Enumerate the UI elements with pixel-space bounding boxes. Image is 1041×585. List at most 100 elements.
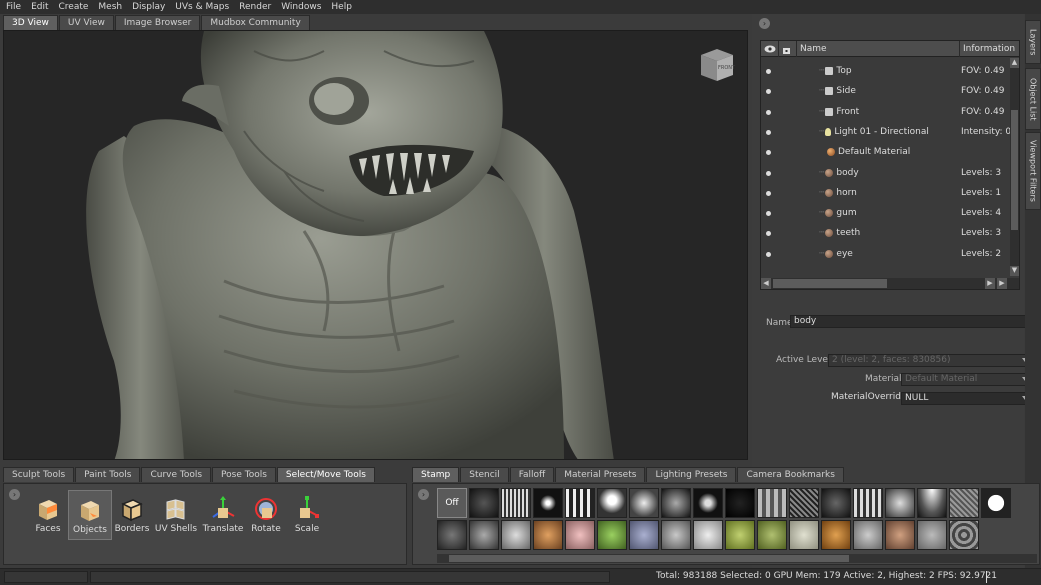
outliner-row[interactable]: ┄ Front FOV: 0.49	[761, 102, 1011, 122]
menu-edit[interactable]: Edit	[25, 2, 52, 12]
lock-icon[interactable]	[779, 41, 797, 57]
stamp-thumbnail[interactable]	[501, 488, 531, 518]
name-field[interactable]: body	[790, 315, 1028, 328]
tab-stamp[interactable]: Stamp	[412, 467, 460, 482]
menu-windows[interactable]: Windows	[275, 2, 325, 12]
outliner-row[interactable]: ┄ gum Levels: 4	[761, 203, 1011, 223]
stamp-thumbnail[interactable]	[597, 488, 627, 518]
stamp-thumbnail[interactable]	[437, 520, 467, 550]
stamp-thumbnail[interactable]	[469, 520, 499, 550]
stamp-thumbnail[interactable]	[725, 520, 755, 550]
stamp-thumbnail[interactable]	[693, 520, 723, 550]
stamp-thumbnail[interactable]	[629, 488, 659, 518]
hscroll-thumb[interactable]	[773, 279, 887, 288]
stamp-thumbnail[interactable]	[789, 488, 819, 518]
outliner-row[interactable]: ┄ body Levels: 3	[761, 163, 1011, 183]
outliner-row[interactable]: ┄ horn Levels: 1	[761, 183, 1011, 203]
tool-rotate[interactable]: Rotate	[244, 490, 288, 540]
scroll-left-icon[interactable]: ◀	[761, 278, 771, 289]
stamp-thumbnail[interactable]	[885, 520, 915, 550]
stamp-thumbnail[interactable]	[501, 520, 531, 550]
stamp-thumbnail[interactable]	[565, 520, 595, 550]
menu-uvs-maps[interactable]: UVs & Maps	[169, 2, 233, 12]
menu-create[interactable]: Create	[53, 2, 93, 12]
visibility-dot-icon[interactable]	[766, 190, 771, 196]
menu-file[interactable]: File	[0, 2, 25, 12]
tab-select-move-tools[interactable]: Select/Move Tools	[276, 467, 375, 482]
tab-curve-tools[interactable]: Curve Tools	[141, 467, 212, 482]
visibility-dot-icon[interactable]	[766, 109, 771, 115]
stamp-thumbnail[interactable]	[821, 520, 851, 550]
visibility-dot-icon[interactable]	[766, 170, 771, 176]
tool-scale[interactable]: Scale	[285, 490, 329, 540]
stamp-thumbnail[interactable]	[949, 520, 979, 550]
outliner-row[interactable]: Default Material	[761, 142, 1011, 162]
outliner-name-header[interactable]: Name	[797, 41, 960, 57]
visibility-dot-icon[interactable]	[766, 129, 771, 135]
active-level-dropdown[interactable]: 2 (level: 2, faces: 830856)	[828, 354, 1031, 367]
stamp-thumbnail[interactable]	[949, 488, 979, 518]
stamp-scrollbar[interactable]	[437, 554, 1037, 563]
outliner-vertical-scrollbar[interactable]: ▲ ▼	[1010, 58, 1019, 276]
tab-mudbox-community[interactable]: Mudbox Community	[201, 15, 310, 30]
stamp-thumbnail[interactable]	[757, 488, 787, 518]
stamp-thumbnail[interactable]	[917, 488, 947, 518]
stamp-thumbnail[interactable]	[533, 488, 563, 518]
tool-translate[interactable]: Translate	[201, 490, 245, 540]
stamp-thumbnail[interactable]	[853, 488, 883, 518]
tab-camera-bookmarks[interactable]: Camera Bookmarks	[737, 467, 844, 482]
panel-expand-button[interactable]: ›	[759, 18, 770, 29]
stamp-tray-expand-button[interactable]: ›	[418, 489, 429, 500]
tab-material-presets[interactable]: Material Presets	[555, 467, 646, 482]
menu-display[interactable]: Display	[126, 2, 169, 12]
stamp-thumbnail[interactable]	[629, 520, 659, 550]
visibility-dot-icon[interactable]	[766, 69, 771, 74]
material-dropdown[interactable]: Default Material	[901, 373, 1031, 386]
tab-uv-view[interactable]: UV View	[58, 15, 114, 30]
outliner-row[interactable]: ┄ eye Levels: 2	[761, 244, 1011, 264]
stamp-scroll-thumb[interactable]	[449, 555, 849, 562]
material-override-dropdown[interactable]: NULL	[901, 392, 1031, 405]
stamp-thumbnail[interactable]	[757, 520, 787, 550]
visibility-dot-icon[interactable]	[766, 150, 771, 156]
stamp-thumbnail[interactable]	[821, 488, 851, 518]
tool-objects[interactable]: Objects	[68, 490, 112, 540]
side-tab-object-list[interactable]: Object List	[1025, 68, 1041, 130]
scroll-thumb[interactable]	[1011, 110, 1018, 230]
tray-expand-button[interactable]: ›	[9, 489, 20, 500]
side-tab-layers[interactable]: Layers	[1025, 20, 1041, 64]
stamp-thumbnail[interactable]	[853, 520, 883, 550]
tab-image-browser[interactable]: Image Browser	[114, 15, 201, 30]
stamp-thumbnail[interactable]	[885, 488, 915, 518]
tab-lighting-presets[interactable]: Lighting Presets	[646, 467, 737, 482]
3d-viewport[interactable]: FRONT	[3, 30, 748, 460]
outliner-row[interactable]: ┄ Top FOV: 0.49	[761, 61, 1011, 81]
tab-sculpt-tools[interactable]: Sculpt Tools	[3, 467, 75, 482]
outliner-info-header[interactable]: Information	[960, 41, 1019, 57]
tab-falloff[interactable]: Falloff	[509, 467, 555, 482]
stamp-thumbnail[interactable]	[789, 520, 819, 550]
outliner-row[interactable]: ┄ Light 01 - Directional Intensity: 0.	[761, 122, 1011, 142]
scroll-up-icon[interactable]: ▲	[1010, 58, 1019, 68]
menu-mesh[interactable]: Mesh	[92, 2, 126, 12]
visibility-dot-icon[interactable]	[766, 231, 771, 237]
viewcube[interactable]: FRONT	[697, 47, 737, 83]
outliner-horizontal-scrollbar[interactable]: ◀ ▶ ▶	[761, 278, 1019, 289]
scroll-right-icon[interactable]: ▶	[985, 278, 995, 289]
stamp-thumbnail[interactable]	[917, 520, 947, 550]
stamp-thumbnail[interactable]	[533, 520, 563, 550]
menu-render[interactable]: Render	[233, 2, 275, 12]
scroll-down-icon[interactable]: ▼	[1010, 266, 1019, 276]
visibility-eye-icon[interactable]	[761, 41, 779, 57]
visibility-dot-icon[interactable]	[766, 89, 771, 95]
visibility-dot-icon[interactable]	[766, 251, 771, 257]
side-tab-viewport-filters[interactable]: Viewport Filters	[1025, 132, 1041, 210]
outliner-row[interactable]: ┄ teeth Levels: 3	[761, 223, 1011, 243]
scroll-right-end-icon[interactable]: ▶	[997, 278, 1007, 289]
stamp-off-button[interactable]: Off	[437, 488, 467, 518]
tool-uv-shells[interactable]: UV Shells	[154, 490, 198, 540]
stamp-thumbnail[interactable]	[469, 488, 499, 518]
tool-borders[interactable]: Borders	[110, 490, 154, 540]
stamp-thumbnail[interactable]	[981, 488, 1011, 518]
tab-stencil[interactable]: Stencil	[460, 467, 509, 482]
